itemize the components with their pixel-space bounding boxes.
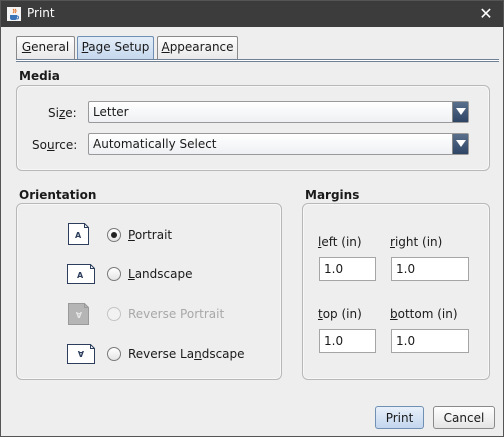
source-combo[interactable]: Automatically Select [88,133,469,155]
landscape-page-icon: A [67,264,95,286]
right-margin-label: right (in) [390,235,443,249]
print-button[interactable]: Print [375,406,424,429]
java-cup-icon [7,7,21,21]
orientation-section-title: Orientation [19,188,97,202]
svg-text:A: A [77,349,84,358]
svg-text:A: A [77,271,84,280]
reverse-portrait-label: Reverse Portrait [128,307,225,321]
reverse-portrait-page-icon: A [67,303,91,325]
top-margin-field[interactable] [319,329,376,353]
left-margin-field[interactable] [319,257,376,281]
media-group [16,85,490,171]
margins-section-title: Margins [305,188,360,202]
reverse-landscape-radio[interactable] [107,347,121,361]
reverse-portrait-radio[interactable] [107,307,121,321]
margins-group [302,203,490,380]
svg-text:A: A [75,231,82,240]
tab-content-border [16,59,499,62]
portrait-radio[interactable] [107,228,121,242]
tab-label: Page Setup [81,40,150,54]
chevron-down-icon[interactable] [452,134,468,154]
print-dialog: Print ✕ General Page Setup Appearance Me… [0,0,504,437]
tab-general[interactable]: General [16,36,75,59]
tab-page-setup[interactable]: Page Setup [77,36,154,59]
source-label: Source: [32,138,78,152]
size-combo-value: Letter [93,105,129,119]
title-bar: Print ✕ [1,1,503,27]
tab-label: General [21,40,70,54]
tab-appearance[interactable]: Appearance [157,36,238,59]
portrait-page-icon: A [67,223,91,245]
svg-text:A: A [75,310,82,319]
landscape-radio[interactable] [107,267,121,281]
cancel-button[interactable]: Cancel [433,406,495,429]
bottom-margin-label: bottom (in) [390,307,458,321]
portrait-label[interactable]: Portrait [128,228,172,242]
size-combo[interactable]: Letter [88,101,469,123]
close-icon[interactable]: ✕ [475,1,497,27]
right-margin-field[interactable] [391,257,469,281]
window-title: Print [27,6,55,20]
size-label: Size: [48,106,77,120]
landscape-label[interactable]: Landscape [128,267,192,281]
top-margin-label: top (in) [318,307,362,321]
reverse-landscape-label[interactable]: Reverse Landscape [128,347,245,361]
tab-label: Appearance [161,40,234,54]
reverse-landscape-page-icon: A [67,344,95,366]
bottom-margin-field[interactable] [391,329,469,353]
source-combo-value: Automatically Select [93,137,217,151]
media-section-title: Media [19,69,60,83]
chevron-down-icon[interactable] [452,102,468,122]
left-margin-label: left (in) [318,235,362,249]
